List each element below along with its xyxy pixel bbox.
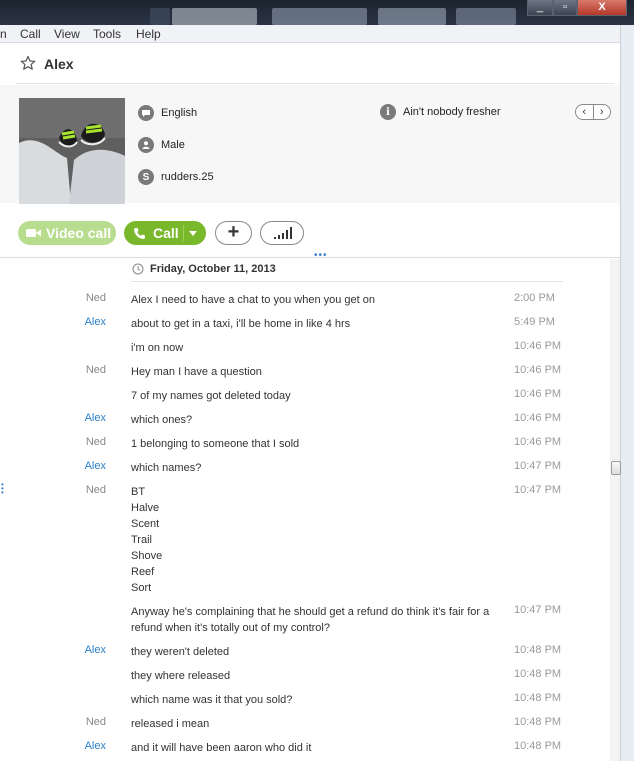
menu-item-call[interactable]: Call bbox=[20, 27, 41, 41]
menu-item-tools[interactable]: Tools bbox=[93, 27, 121, 41]
chevron-down-icon[interactable] bbox=[189, 231, 197, 236]
message-time: 10:47 PM bbox=[514, 460, 562, 472]
mood-row: i Ain't nobody fresher bbox=[380, 104, 501, 120]
person-icon bbox=[138, 137, 154, 153]
message-text: Alex I need to have a chat to you when y… bbox=[131, 294, 376, 306]
message-time: 10:47 PM bbox=[514, 484, 562, 496]
menu-bar: n Call View Tools Help bbox=[0, 25, 620, 43]
conversation-date: Friday, October 11, 2013 bbox=[150, 263, 276, 275]
message-text: BT Halve Scent Trail Shove Reef Sort bbox=[131, 486, 163, 594]
taskbar-blur-3 bbox=[272, 8, 367, 25]
taskbar-blur-1 bbox=[150, 8, 170, 25]
message-time: 10:46 PM bbox=[514, 364, 562, 376]
message-text: about to get in a taxi, i'll be home in … bbox=[131, 318, 351, 330]
message-text: and it will have been aaron who did it bbox=[131, 742, 312, 754]
message-time: 10:46 PM bbox=[514, 388, 562, 400]
message-sender[interactable]: Alex bbox=[85, 316, 106, 328]
skype-icon: S bbox=[138, 169, 154, 185]
scrollbar-thumb[interactable] bbox=[611, 461, 621, 475]
message-time: 10:48 PM bbox=[514, 644, 562, 656]
speech-bubble-icon bbox=[138, 105, 154, 121]
message-text: they where released bbox=[131, 670, 231, 682]
scrollbar-track[interactable] bbox=[610, 259, 620, 761]
menu-item-help[interactable]: Help bbox=[136, 27, 161, 41]
conversation-divider bbox=[0, 257, 620, 258]
next-arrow-icon[interactable]: › bbox=[594, 105, 611, 119]
menu-item-view[interactable]: View bbox=[54, 27, 80, 41]
conversation-pane: Alex English Male S rudders.25 i Ain't n… bbox=[0, 43, 621, 761]
message-sender: Ned bbox=[85, 436, 106, 448]
message-text: 1 belonging to someone that I sold bbox=[131, 438, 300, 450]
message-time: 2:00 PM bbox=[514, 292, 555, 304]
call-button[interactable]: Call bbox=[124, 221, 206, 245]
message-text: Anyway he's complaining that he should g… bbox=[131, 606, 490, 634]
mood-message: Ain't nobody fresher bbox=[403, 106, 501, 118]
username-row: S rudders.25 bbox=[138, 169, 214, 185]
call-quality-button[interactable] bbox=[260, 221, 304, 245]
message-text: Hey man I have a question bbox=[131, 366, 262, 378]
username-value: rudders.25 bbox=[161, 171, 214, 183]
call-button-divider bbox=[183, 225, 184, 241]
message-sender[interactable]: Alex bbox=[85, 740, 106, 752]
taskbar-blur-5 bbox=[456, 8, 516, 25]
mood-navigation: ‹ › bbox=[575, 104, 611, 120]
left-splitter-handle[interactable]: • • • bbox=[1, 481, 4, 497]
message-text: which names? bbox=[131, 462, 202, 474]
close-button[interactable]: X bbox=[577, 0, 627, 16]
message-sender: Ned bbox=[85, 292, 106, 304]
language-value: English bbox=[161, 107, 198, 119]
message-sender: Ned bbox=[85, 716, 106, 728]
message-sender: Ned bbox=[85, 364, 106, 376]
maximize-button[interactable]: ▫ bbox=[553, 0, 577, 16]
message-time: 5:49 PM bbox=[514, 316, 555, 328]
date-divider bbox=[131, 281, 563, 282]
contact-name-title: Alex bbox=[44, 56, 74, 72]
window-titlebar: _ ▫ X bbox=[0, 0, 634, 25]
message-time: 10:48 PM bbox=[514, 716, 562, 728]
message-text: they weren't deleted bbox=[131, 646, 230, 658]
message-text: which name was it that you sold? bbox=[131, 694, 293, 706]
info-icon: i bbox=[380, 104, 396, 120]
splitter-handle[interactable]: ••• bbox=[314, 250, 328, 261]
header-divider bbox=[16, 83, 614, 84]
taskbar-blur-4 bbox=[378, 8, 446, 25]
message-time: 10:46 PM bbox=[514, 340, 562, 352]
window-side-frame bbox=[620, 25, 634, 761]
taskbar-blur-2 bbox=[172, 8, 257, 25]
video-camera-icon bbox=[26, 229, 41, 237]
message-time: 10:46 PM bbox=[514, 412, 562, 424]
menu-item-conversation[interactable]: n bbox=[0, 27, 7, 41]
date-header: Friday, October 11, 2013 bbox=[132, 263, 276, 275]
language-row: English bbox=[138, 105, 197, 121]
clock-icon bbox=[132, 263, 144, 275]
gender-row: Male bbox=[138, 137, 185, 153]
message-sender[interactable]: Alex bbox=[85, 460, 106, 472]
message-sender[interactable]: Alex bbox=[85, 412, 106, 424]
message-text: released i mean bbox=[131, 718, 210, 730]
message-text: which ones? bbox=[131, 414, 193, 426]
message-sender[interactable]: Alex bbox=[85, 644, 106, 656]
message-time: 10:48 PM bbox=[514, 692, 562, 704]
avatar[interactable] bbox=[19, 98, 125, 204]
previous-arrow-icon[interactable]: ‹ bbox=[576, 105, 594, 119]
message-time: 10:47 PM bbox=[514, 604, 562, 616]
message-time: 10:48 PM bbox=[514, 668, 562, 680]
call-label: Call bbox=[153, 225, 179, 241]
message-time: 10:46 PM bbox=[514, 436, 562, 448]
video-call-label: Video call bbox=[46, 225, 112, 241]
gender-value: Male bbox=[161, 139, 185, 151]
video-call-button[interactable]: Video call bbox=[18, 221, 116, 245]
message-time: 10:48 PM bbox=[514, 740, 562, 752]
favorite-star-icon[interactable] bbox=[20, 55, 36, 71]
message-text: i'm on now bbox=[131, 342, 184, 354]
message-text: 7 of my names got deleted today bbox=[131, 390, 291, 402]
phone-icon bbox=[134, 227, 145, 239]
message-sender: Ned bbox=[85, 484, 106, 496]
add-to-call-button[interactable]: + bbox=[215, 221, 252, 245]
minimize-button[interactable]: _ bbox=[527, 0, 553, 16]
